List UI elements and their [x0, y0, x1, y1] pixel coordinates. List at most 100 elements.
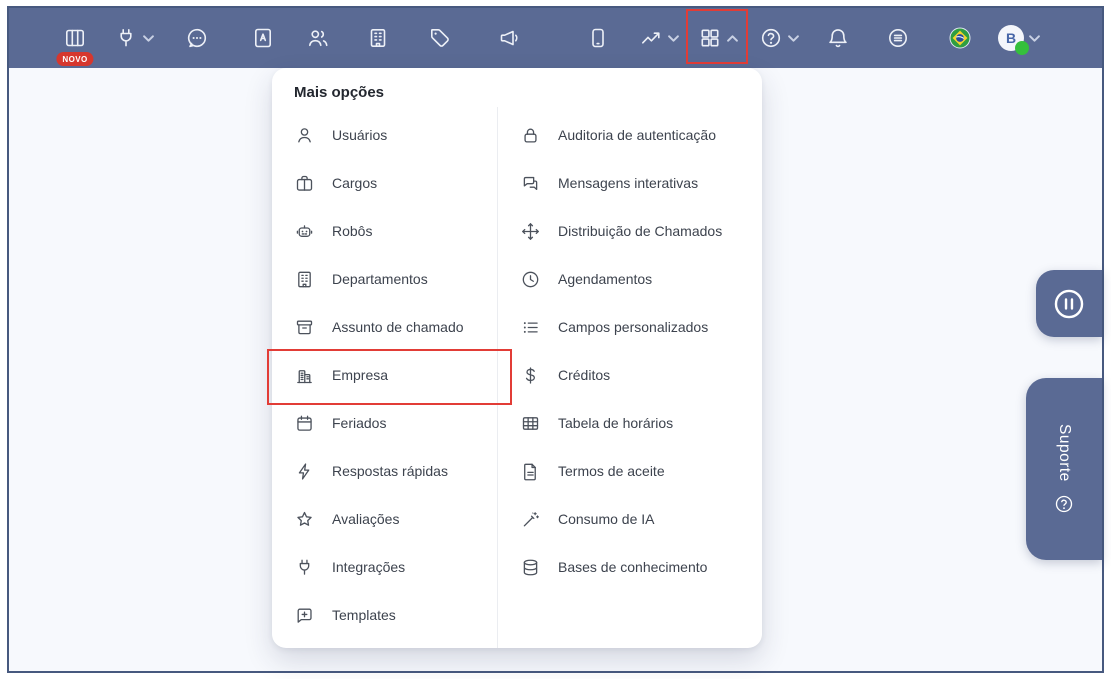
list-icon — [520, 317, 541, 338]
menu-item-assunto-de-chamado[interactable]: Assunto de chamado — [272, 303, 497, 351]
menu-item-cargos[interactable]: Cargos — [272, 159, 497, 207]
support-tab[interactable]: Suporte — [1026, 378, 1102, 560]
menu-item-bases-conhecimento[interactable]: Bases de conhecimento — [498, 543, 762, 591]
tag-icon — [431, 29, 449, 47]
nav-departments-button[interactable] — [366, 26, 390, 50]
menu-item-robos[interactable]: Robôs — [272, 207, 497, 255]
menu-item-feriados[interactable]: Feriados — [272, 399, 497, 447]
chevron-down-icon — [143, 34, 154, 42]
avatar-initial: B — [1005, 30, 1017, 46]
briefcase-icon — [294, 173, 315, 194]
menu-item-label: Assunto de chamado — [332, 319, 464, 335]
menu-item-tabela-horarios[interactable]: Tabela de horários — [498, 399, 762, 447]
menu-item-label: Auditoria de autenticação — [558, 127, 716, 143]
question-icon — [1055, 495, 1073, 513]
support-label: Suporte — [1056, 424, 1073, 482]
menu-item-empresa[interactable]: Empresa — [267, 349, 512, 405]
menu-item-label: Tabela de horários — [558, 415, 674, 431]
chevron-down-icon — [1029, 34, 1040, 42]
menu-item-consumo-ia[interactable]: Consumo de IA — [498, 495, 762, 543]
pause-icon — [1054, 289, 1084, 318]
menu-item-label: Distribuição de Chamados — [558, 223, 723, 239]
menu-column-right: Auditoria de autenticação Mensagens inte… — [498, 107, 762, 648]
menu-item-usuarios[interactable]: Usuários — [272, 111, 497, 159]
nav-reports-button[interactable] — [639, 26, 679, 50]
menu-item-campos-personalizados[interactable]: Campos personalizados — [498, 303, 762, 351]
message-plus-icon — [294, 605, 315, 626]
novo-badge: NOVO — [56, 52, 94, 66]
screenshot-canvas: NOVO B Mais opções Usuários Cargos Robôs… — [0, 0, 1111, 679]
phone-icon — [592, 28, 604, 48]
menu-item-label: Avaliações — [332, 511, 400, 527]
plug-icon — [294, 557, 315, 578]
menu-item-templates[interactable]: Templates — [272, 591, 497, 639]
nav-boards-button[interactable]: NOVO — [56, 26, 94, 66]
nav-integrations-button[interactable] — [114, 26, 154, 50]
archive-box-icon — [294, 317, 315, 338]
menu-item-label: Consumo de IA — [558, 511, 655, 527]
menu-item-label: Cargos — [332, 175, 378, 191]
nav-language-button[interactable] — [948, 26, 972, 50]
menu-item-label: Mensagens interativas — [558, 175, 699, 191]
building-icon — [370, 28, 386, 47]
database-icon — [520, 557, 541, 578]
more-options-menu: Mais opções Usuários Cargos Robôs Depart… — [267, 68, 762, 648]
apps-grid-icon — [701, 29, 719, 47]
menu-item-label: Agendamentos — [558, 271, 653, 287]
users-icon — [309, 30, 328, 47]
nav-campaigns-button[interactable] — [498, 26, 522, 50]
nav-contacts-button[interactable] — [251, 26, 275, 50]
user-menu-button[interactable]: B — [998, 25, 1040, 55]
brazil-flag-icon — [949, 27, 971, 49]
plug-icon — [120, 29, 132, 47]
nav-chats-button[interactable] — [185, 26, 209, 50]
lightning-icon — [294, 461, 315, 482]
menu-item-departamentos[interactable]: Departamentos — [272, 255, 497, 303]
menu-item-integracoes[interactable]: Integrações — [272, 543, 497, 591]
trending-up-icon — [642, 32, 660, 44]
menu-item-respostas-rapidas[interactable]: Respostas rápidas — [272, 447, 497, 495]
menu-item-termos-aceite[interactable]: Termos de aceite — [498, 447, 762, 495]
clock-icon — [520, 269, 541, 290]
menu-item-label: Créditos — [558, 367, 611, 383]
move-arrows-icon — [520, 221, 541, 242]
chat-bubbles-icon — [520, 173, 541, 194]
nav-mobile-button[interactable] — [586, 26, 610, 50]
menu-item-label: Usuários — [332, 127, 388, 143]
menu-item-label: Campos personalizados — [558, 319, 709, 335]
pause-button[interactable] — [1036, 270, 1102, 337]
chevron-down-icon — [668, 34, 679, 42]
online-status-dot — [1015, 41, 1029, 55]
menu-item-agendamentos[interactable]: Agendamentos — [498, 255, 762, 303]
menu-item-label: Respostas rápidas — [332, 463, 448, 479]
nav-tags-button[interactable] — [428, 26, 452, 50]
menu-item-auditoria[interactable]: Auditoria de autenticação — [498, 111, 762, 159]
menu-item-label: Departamentos — [332, 271, 428, 287]
menu-item-avaliacoes[interactable]: Avaliações — [272, 495, 497, 543]
nav-help-button[interactable] — [759, 26, 799, 50]
robot-icon — [294, 221, 315, 242]
office-building-icon — [294, 365, 315, 386]
menu-item-creditos[interactable]: Créditos — [498, 351, 762, 399]
menu-item-label: Feriados — [332, 415, 387, 431]
menu-item-label: Templates — [332, 607, 396, 623]
menu-column-left: Usuários Cargos Robôs Departamentos Assu… — [267, 107, 512, 648]
department-building-icon — [294, 269, 315, 290]
menu-item-label: Bases de conhecimento — [558, 559, 708, 575]
dollar-icon — [520, 365, 541, 386]
nav-more-options-button[interactable] — [686, 9, 748, 64]
calendar-icon — [294, 413, 315, 434]
menu-item-distribuicao[interactable]: Distribuição de Chamados — [498, 207, 762, 255]
nav-notifications-button[interactable] — [826, 26, 850, 50]
menu-item-label: Integrações — [332, 559, 406, 575]
nav-users-button[interactable] — [306, 26, 330, 50]
table-icon — [520, 413, 541, 434]
contacts-book-icon — [255, 28, 271, 48]
nav-queue-button[interactable] — [886, 26, 910, 50]
star-icon — [294, 509, 315, 530]
document-icon — [520, 461, 541, 482]
queue-circle-icon — [889, 29, 907, 47]
menu-item-mensagens-interativas[interactable]: Mensagens interativas — [498, 159, 762, 207]
chevron-up-icon — [727, 34, 738, 42]
menu-item-label: Termos de aceite — [558, 463, 665, 479]
